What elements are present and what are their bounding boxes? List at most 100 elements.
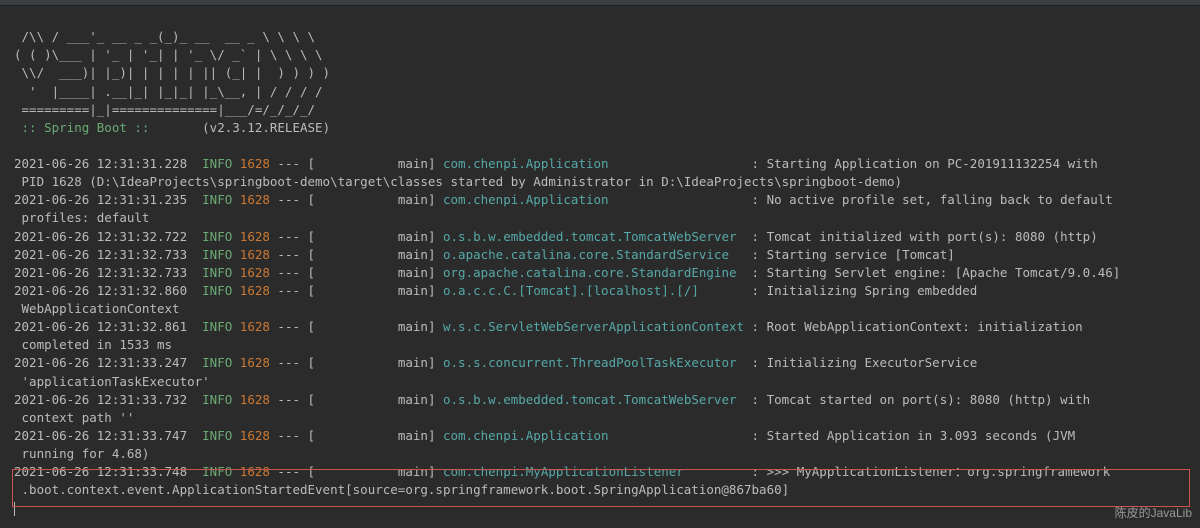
log-logger: com.chenpi.MyApplicationListener (443, 464, 744, 479)
log-message: : Initializing Spring embedded (744, 283, 977, 298)
log-message-cont: profiles: default (14, 210, 149, 225)
log-thread: main] (398, 265, 443, 280)
log-message: : Started Application in 3.093 seconds (… (744, 428, 1075, 443)
log-area: 2021-06-26 12:31:31.228 INFO 1628 --- [ … (14, 155, 1200, 499)
log-line-cont: completed in 1533 ms (14, 336, 1200, 354)
log-separator: --- [ (270, 156, 398, 171)
log-timestamp: 2021-06-26 12:31:32.733 (14, 265, 187, 280)
log-message-cont: completed in 1533 ms (14, 337, 172, 352)
log-separator: --- [ (270, 464, 398, 479)
log-pid: 1628 (240, 283, 270, 298)
log-thread: main] (398, 319, 443, 334)
log-message: : Tomcat initialized with port(s): 8080 … (744, 229, 1098, 244)
log-timestamp: 2021-06-26 12:31:32.722 (14, 229, 187, 244)
cursor (14, 502, 15, 516)
console-output[interactable]: /\\ / ___'_ __ _ _(_)_ __ __ _ \ \ \ \ (… (0, 6, 1200, 522)
log-timestamp: 2021-06-26 12:31:31.235 (14, 192, 187, 207)
log-timestamp: 2021-06-26 12:31:32.860 (14, 283, 187, 298)
log-level: INFO (202, 428, 232, 443)
log-message: : Root WebApplicationContext: initializa… (744, 319, 1083, 334)
log-level: INFO (202, 192, 232, 207)
log-pid: 1628 (240, 428, 270, 443)
banner-line: =========|_|==============|___/=/_/_/_/ (14, 102, 315, 117)
log-logger: com.chenpi.Application (443, 428, 744, 443)
log-pid: 1628 (240, 247, 270, 262)
log-line: 2021-06-26 12:31:33.747 INFO 1628 --- [ … (14, 427, 1200, 445)
log-line: 2021-06-26 12:31:31.235 INFO 1628 --- [ … (14, 191, 1200, 209)
log-line: 2021-06-26 12:31:32.733 INFO 1628 --- [ … (14, 264, 1200, 282)
log-thread: main] (398, 283, 443, 298)
log-thread: main] (398, 355, 443, 370)
log-message: : Starting Servlet engine: [Apache Tomca… (744, 265, 1120, 280)
log-level: INFO (202, 283, 232, 298)
log-timestamp: 2021-06-26 12:31:31.228 (14, 156, 187, 171)
log-message-cont: context path '' (14, 410, 134, 425)
log-line: 2021-06-26 12:31:32.722 INFO 1628 --- [ … (14, 228, 1200, 246)
log-level: INFO (202, 265, 232, 280)
log-separator: --- [ (270, 319, 398, 334)
log-separator: --- [ (270, 229, 398, 244)
log-thread: main] (398, 156, 443, 171)
log-pid: 1628 (240, 355, 270, 370)
log-line: 2021-06-26 12:31:33.732 INFO 1628 --- [ … (14, 391, 1200, 409)
log-pid: 1628 (240, 229, 270, 244)
log-line: 2021-06-26 12:31:32.861 INFO 1628 --- [ … (14, 318, 1200, 336)
log-line-cont: PID 1628 (D:\IdeaProjects\springboot-dem… (14, 173, 1200, 191)
log-logger: o.s.b.w.embedded.tomcat.TomcatWebServer (443, 229, 744, 244)
log-message: : Starting Application on PC-20191113225… (744, 156, 1098, 171)
log-pid: 1628 (240, 156, 270, 171)
spring-boot-version: (v2.3.12.RELEASE) (157, 120, 330, 135)
banner-line: \\/ ___)| |_)| | | | | || (_| | ) ) ) ) (14, 65, 330, 80)
log-level: INFO (202, 355, 232, 370)
log-message-cont: 'applicationTaskExecutor' (14, 374, 210, 389)
log-level: INFO (202, 247, 232, 262)
log-level: INFO (202, 229, 232, 244)
log-level: INFO (202, 319, 232, 334)
log-separator: --- [ (270, 355, 398, 370)
banner-line: ' |____| .__|_| |_|_| |_\__, | / / / / (14, 84, 323, 99)
log-timestamp: 2021-06-26 12:31:33.747 (14, 428, 187, 443)
log-logger: com.chenpi.Application (443, 156, 744, 171)
log-line-cont: 'applicationTaskExecutor' (14, 373, 1200, 391)
log-timestamp: 2021-06-26 12:31:32.861 (14, 319, 187, 334)
banner-line: ( ( )\___ | '_ | '_| | '_ \/ _` | \ \ \ … (14, 47, 323, 62)
log-line-cont: profiles: default (14, 209, 1200, 227)
log-logger: o.s.b.w.embedded.tomcat.TomcatWebServer (443, 392, 744, 407)
log-pid: 1628 (240, 192, 270, 207)
log-logger: o.apache.catalina.core.StandardService (443, 247, 744, 262)
log-message-cont: running for 4.68) (14, 446, 149, 461)
log-message: : Tomcat started on port(s): 8080 (http)… (744, 392, 1090, 407)
log-timestamp: 2021-06-26 12:31:33.732 (14, 392, 187, 407)
log-separator: --- [ (270, 192, 398, 207)
log-line: 2021-06-26 12:31:31.228 INFO 1628 --- [ … (14, 155, 1200, 173)
log-level: INFO (202, 156, 232, 171)
log-pid: 1628 (240, 464, 270, 479)
watermark: 陈皮的JavaLib (1115, 505, 1192, 522)
log-timestamp: 2021-06-26 12:31:32.733 (14, 247, 187, 262)
log-pid: 1628 (240, 319, 270, 334)
log-logger: o.s.s.concurrent.ThreadPoolTaskExecutor (443, 355, 744, 370)
log-message: : >>> MyApplicationListener：org.springfr… (744, 464, 1110, 479)
log-level: INFO (202, 464, 232, 479)
log-thread: main] (398, 464, 443, 479)
log-logger: org.apache.catalina.core.StandardEngine (443, 265, 744, 280)
log-pid: 1628 (240, 392, 270, 407)
log-logger: com.chenpi.Application (443, 192, 744, 207)
log-separator: --- [ (270, 392, 398, 407)
log-thread: main] (398, 192, 443, 207)
log-separator: --- [ (270, 283, 398, 298)
log-thread: main] (398, 428, 443, 443)
log-separator: --- [ (270, 428, 398, 443)
log-pid: 1628 (240, 265, 270, 280)
log-line-cont: running for 4.68) (14, 445, 1200, 463)
log-line: 2021-06-26 12:31:32.733 INFO 1628 --- [ … (14, 246, 1200, 264)
log-line: 2021-06-26 12:31:33.247 INFO 1628 --- [ … (14, 354, 1200, 372)
log-line: 2021-06-26 12:31:33.748 INFO 1628 --- [ … (14, 463, 1200, 481)
log-thread: main] (398, 392, 443, 407)
log-level: INFO (202, 392, 232, 407)
log-timestamp: 2021-06-26 12:31:33.748 (14, 464, 187, 479)
log-line-cont: WebApplicationContext (14, 300, 1200, 318)
log-line: 2021-06-26 12:31:32.860 INFO 1628 --- [ … (14, 282, 1200, 300)
log-message: : Starting service [Tomcat] (744, 247, 955, 262)
log-message-cont: WebApplicationContext (14, 301, 180, 316)
